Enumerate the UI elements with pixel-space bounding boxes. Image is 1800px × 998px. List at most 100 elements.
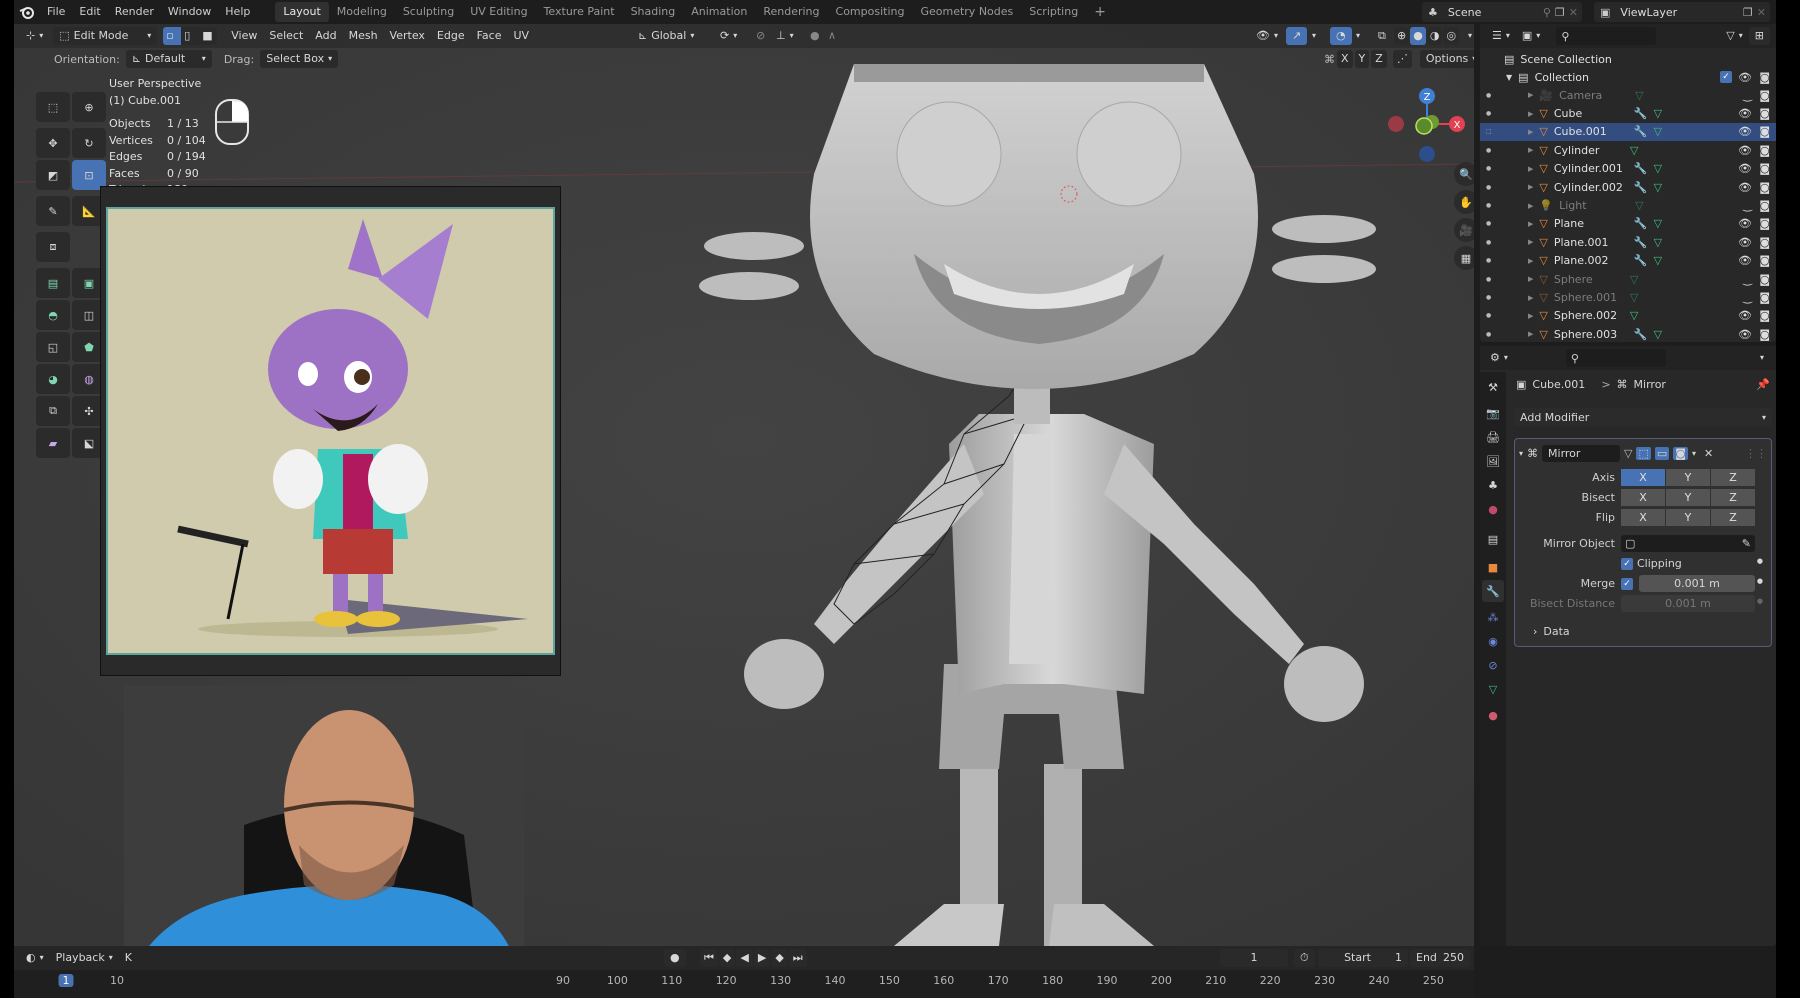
prev-keyframe-button[interactable]: ◆	[718, 949, 736, 967]
cursor-tool[interactable]: ⊕	[72, 92, 106, 122]
extrude-tool[interactable]: ▤	[36, 268, 70, 298]
workspace-tab-shading[interactable]: Shading	[623, 2, 684, 22]
camera-render-icon[interactable]: ◙	[1759, 125, 1770, 138]
clipping-keyframe-dot-icon[interactable]: ●	[1757, 557, 1763, 565]
merge-checkbox[interactable]: ✓	[1621, 578, 1633, 590]
timeline-editor-type-button[interactable]: ◐ ▾	[20, 949, 50, 967]
workspace-tab-animation[interactable]: Animation	[683, 2, 755, 22]
add-cube-tool[interactable]: ⧈	[36, 232, 70, 262]
eye-icon[interactable]: 👁	[1738, 144, 1752, 157]
gizmo-neg-y-axis[interactable]	[1415, 117, 1433, 135]
mesh-data-icon[interactable]: ▽	[1654, 217, 1662, 230]
world-tab-icon[interactable]: ●	[1482, 498, 1504, 520]
modifier-wrench-icon[interactable]: 🔧	[1634, 236, 1648, 249]
display-mode-dropdown[interactable]: ▣ ▾	[1516, 27, 1546, 45]
eye-icon[interactable]: 👁	[1738, 125, 1752, 138]
filter-dropdown[interactable]: ▽ ▾	[1720, 27, 1748, 45]
mirror-z-toggle[interactable]: Z	[1371, 50, 1387, 68]
flip-z-toggle[interactable]: Z	[1711, 509, 1755, 526]
object-tab-icon[interactable]: ■	[1482, 556, 1504, 578]
mesh-data-icon[interactable]: ▽	[1654, 254, 1662, 267]
eye-icon[interactable]: 👁	[1738, 309, 1752, 322]
gizmo-dropdown[interactable]: ▾	[1306, 27, 1322, 45]
expand-arrow-icon[interactable]: ▶	[1528, 220, 1533, 228]
outliner-item[interactable]: ● ▶ 💡 Light ▽ ‿ ◙	[1480, 196, 1776, 214]
edit-mode-cage-icon[interactable]: ▽	[1624, 447, 1632, 460]
outliner-item[interactable]: ⬚ ▶ ▽ Cube.001 🔧 ▽ 👁 ◙	[1480, 122, 1776, 142]
outliner-item[interactable]: ● ▶ ▽ Sphere.003 🔧 ▽ 👁 ◙	[1480, 325, 1776, 343]
eyedropper-icon[interactable]: ✎	[1742, 537, 1751, 550]
camera-render-icon[interactable]: ◙	[1759, 217, 1770, 230]
shading-solid-button[interactable]: ●	[1410, 27, 1426, 45]
outliner-item[interactable]: ● ▶ ▽ Cylinder.001 🔧 ▽ 👁 ◙	[1480, 160, 1776, 178]
workspace-tab-sculpting[interactable]: Sculpting	[395, 2, 462, 22]
expand-arrow-icon[interactable]: ▶	[1528, 330, 1533, 338]
keying-dropdown[interactable]: K	[119, 949, 138, 967]
collection-tab-icon[interactable]: ▤	[1482, 528, 1504, 550]
camera-render-icon[interactable]: ◙	[1759, 236, 1770, 249]
play-button[interactable]: ▶	[753, 949, 771, 967]
add-workspace-button[interactable]: +	[1086, 2, 1114, 22]
eye-icon[interactable]: 👁	[1738, 217, 1752, 230]
modifier-wrench-icon[interactable]: 🔧	[1634, 162, 1648, 175]
menu-vertex[interactable]: Vertex	[384, 27, 431, 45]
mirror-x-toggle[interactable]: X	[1337, 50, 1353, 68]
knife-tool[interactable]: ◱	[36, 332, 70, 362]
mode-dropdown[interactable]: ⬚ Edit Mode ▾	[53, 27, 158, 45]
menu-edge[interactable]: Edge	[431, 27, 471, 45]
axis-z-toggle[interactable]: Z	[1711, 469, 1755, 486]
eye-icon[interactable]: 👁	[1738, 254, 1752, 267]
editor-type-button[interactable]: ⊹ ▾	[20, 27, 49, 45]
perspective-grid-icon[interactable]: ▦	[1454, 246, 1474, 270]
clipping-checkbox-row[interactable]: ✓ Clipping	[1621, 557, 1682, 570]
properties-search-input[interactable]: ⚲	[1565, 349, 1666, 367]
spin-tool[interactable]: ◕	[36, 364, 70, 394]
menu-view[interactable]: View	[225, 27, 263, 45]
mesh-data-icon[interactable]: ▽	[1654, 125, 1662, 138]
workspace-tab-geometry-nodes[interactable]: Geometry Nodes	[912, 2, 1021, 22]
menu-uv[interactable]: UV	[507, 27, 535, 45]
expand-arrow-icon[interactable]: ▶	[1528, 183, 1533, 191]
scene-collection-row[interactable]: ▤ Scene Collection	[1480, 50, 1776, 68]
workspace-tab-compositing[interactable]: Compositing	[828, 2, 913, 22]
modifier-options-dropdown[interactable]: ▾	[1692, 449, 1696, 458]
blender-logo-icon[interactable]	[14, 0, 40, 24]
show-in-render-icon[interactable]: ◙	[1673, 446, 1688, 460]
timeline-ruler[interactable]: 1 10 90 100 110 120 130 140 150 160 170 180 190 200 21…	[14, 970, 1474, 998]
workspace-tab-texture-paint[interactable]: Texture Paint	[536, 2, 623, 22]
3d-viewport[interactable]: ⊹ ▾ ⬚ Edit Mode ▾ ▫ ▯ ■ View Select Add M…	[14, 24, 1474, 946]
shading-dropdown[interactable]: ▾	[1462, 27, 1474, 45]
expand-arrow-icon[interactable]: ▶	[1528, 146, 1533, 154]
mesh-data-icon[interactable]: ▽	[1654, 181, 1662, 194]
camera-render-icon[interactable]: ◙	[1759, 199, 1770, 212]
scale-tool[interactable]: ◩	[36, 160, 70, 190]
camera-render-icon[interactable]: ◙	[1759, 291, 1770, 304]
shading-wireframe-button[interactable]: ⊕	[1394, 27, 1410, 45]
outliner-item[interactable]: ● ▶ 🎥 Camera ▽ ‿ ◙	[1480, 86, 1776, 104]
menu-window[interactable]: Window	[161, 0, 218, 24]
menu-file[interactable]: File	[40, 0, 72, 24]
mirror-y-toggle[interactable]: Y	[1354, 50, 1370, 68]
mesh-data-icon[interactable]: ▽	[1630, 309, 1638, 322]
bisect-y-toggle[interactable]: Y	[1666, 489, 1710, 506]
flip-x-toggle[interactable]: X	[1621, 509, 1665, 526]
modifier-name-field[interactable]: Mirror	[1542, 444, 1621, 462]
expand-arrow-icon[interactable]: ▶	[1528, 238, 1533, 246]
expand-arrow-icon[interactable]: ▶	[1528, 91, 1533, 99]
outliner-item[interactable]: ● ▶ ▽ Plane 🔧 ▽ 👁 ◙	[1480, 215, 1776, 233]
mesh-data-icon[interactable]: ▽	[1630, 144, 1638, 157]
workspace-tab-rendering[interactable]: Rendering	[755, 2, 827, 22]
flip-y-toggle[interactable]: Y	[1666, 509, 1710, 526]
outliner-item[interactable]: ● ▶ ▽ Plane.001 🔧 ▽ 👁 ◙	[1480, 233, 1776, 251]
menu-help[interactable]: Help	[218, 0, 257, 24]
rotate-tool[interactable]: ↻	[72, 128, 106, 158]
camera-render-icon[interactable]: ◙	[1759, 309, 1770, 322]
edge-select-button[interactable]: ▯	[181, 27, 200, 45]
mesh-data-icon[interactable]: ▽	[1654, 107, 1662, 120]
new-collection-button[interactable]: ⊞	[1748, 27, 1770, 45]
preview-range-toggle[interactable]: ⏱	[1294, 949, 1315, 967]
auto-keying-toggle[interactable]: ●	[664, 949, 686, 967]
jump-start-button[interactable]: ⏮	[700, 949, 718, 967]
shading-material-button[interactable]: ◑	[1426, 27, 1443, 45]
expand-arrow-icon[interactable]: ▶	[1528, 312, 1533, 320]
